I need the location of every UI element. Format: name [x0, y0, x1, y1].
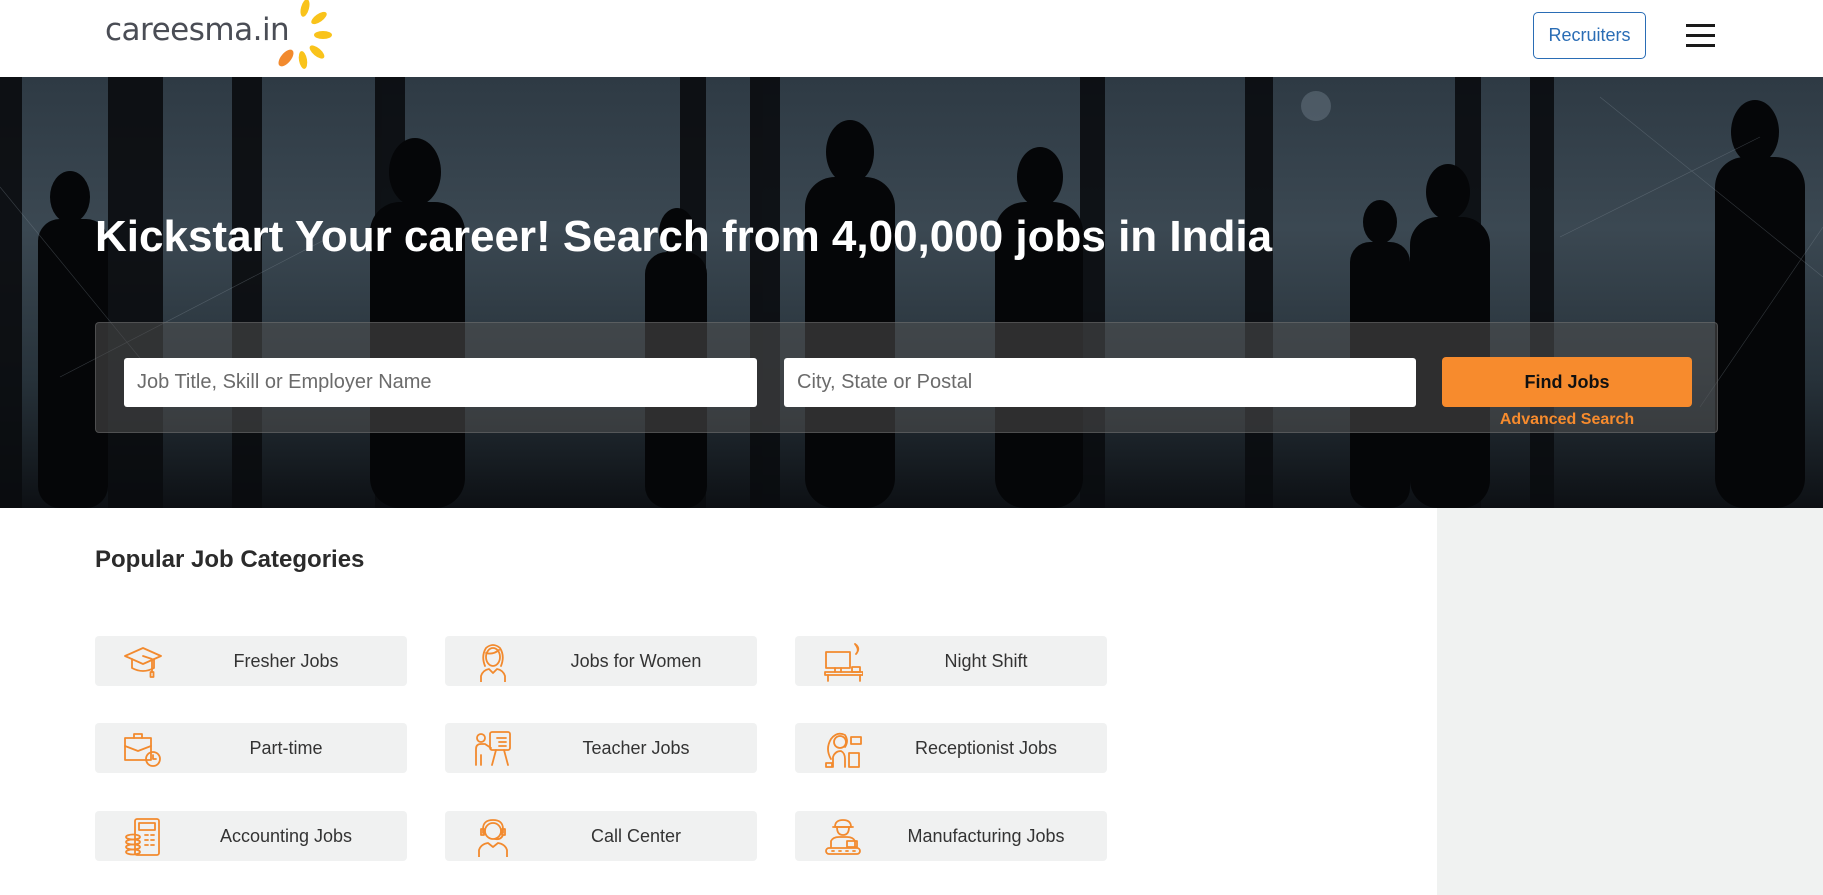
- woman-icon: [480, 644, 506, 682]
- category-label: Fresher Jobs: [233, 651, 339, 671]
- category-label: Receptionist Jobs: [914, 738, 1058, 758]
- hero-headline: Kickstart Your career! Search from 4,00,…: [95, 212, 1273, 261]
- hamburger-menu-icon[interactable]: [1686, 22, 1716, 50]
- category-accounting-jobs[interactable]: Accounting Jobs: [95, 811, 407, 861]
- category-jobs-for-women[interactable]: Jobs for Women: [445, 636, 757, 686]
- category-receptionist-jobs[interactable]: Receptionist Jobs: [795, 723, 1107, 773]
- hero-background-image: [0, 77, 1823, 508]
- category-night-shift[interactable]: Night Shift: [795, 636, 1107, 686]
- advanced-search-link[interactable]: Advanced Search: [1442, 411, 1692, 429]
- site-header: careesma.in Recruiters: [0, 0, 1823, 77]
- teacher-board-icon: [475, 731, 511, 766]
- category-fresher-jobs[interactable]: Fresher Jobs: [95, 636, 407, 686]
- category-label: Manufacturing Jobs: [907, 826, 1065, 846]
- category-part-time[interactable]: Part-time: [95, 723, 407, 773]
- factory-worker-icon: [825, 819, 861, 855]
- careesma-logo[interactable]: careesma.in: [105, 0, 332, 72]
- category-manufacturing-jobs[interactable]: Manufacturing Jobs: [795, 811, 1107, 861]
- location-search-input[interactable]: [784, 358, 1416, 407]
- headset-agent-icon: [478, 819, 508, 857]
- calculator-coins-icon: [125, 818, 160, 856]
- sun-logo-icon: [278, 0, 332, 69]
- category-call-center[interactable]: Call Center: [445, 811, 757, 861]
- search-panel: Find Jobs Advanced Search: [95, 322, 1718, 433]
- graduation-cap-icon: [124, 647, 162, 678]
- category-label: Night Shift: [944, 651, 1028, 671]
- receptionist-icon: [825, 732, 862, 768]
- popular-categories-section: Popular Job Categories Fresher Jobs Jobs…: [0, 508, 1437, 895]
- category-label: Jobs for Women: [570, 651, 702, 671]
- section-title: Popular Job Categories: [95, 546, 365, 573]
- job-search-input[interactable]: [124, 358, 757, 407]
- sidebar-panel: [1437, 508, 1823, 895]
- category-label: Part-time: [249, 738, 323, 758]
- hero-banner: Kickstart Your career! Search from 4,00,…: [0, 77, 1823, 508]
- find-jobs-button[interactable]: Find Jobs: [1442, 357, 1692, 407]
- category-label: Teacher Jobs: [582, 738, 690, 758]
- category-label: Accounting Jobs: [219, 826, 353, 846]
- category-teacher-jobs[interactable]: Teacher Jobs: [445, 723, 757, 773]
- night-desk-icon: [824, 643, 863, 682]
- briefcase-clock-icon: [124, 733, 161, 767]
- recruiters-button[interactable]: Recruiters: [1533, 12, 1646, 59]
- category-label: Call Center: [590, 826, 682, 846]
